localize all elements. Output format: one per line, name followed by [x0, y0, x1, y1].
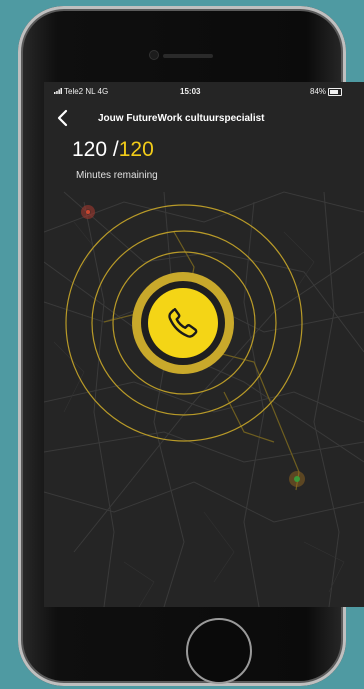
- status-bar: Tele2 NL 4G 15:03 84%: [44, 82, 364, 100]
- home-button[interactable]: [186, 618, 252, 684]
- carrier-label: Tele2 NL 4G: [64, 87, 109, 96]
- chevron-left-icon: [57, 109, 68, 127]
- signal-icon: [54, 88, 62, 94]
- minutes-separator: /: [107, 138, 119, 161]
- minutes-counter: 120 /120: [72, 138, 154, 162]
- back-button[interactable]: [56, 108, 70, 128]
- earpiece-speaker: [163, 54, 213, 58]
- minutes-remaining-value: 120: [72, 138, 108, 161]
- map-pin-green[interactable]: [289, 471, 305, 487]
- app-screen: Tele2 NL 4G 15:03 84% Jouw FutureWork cu…: [44, 82, 364, 607]
- call-button[interactable]: [148, 288, 218, 358]
- map-pin-red[interactable]: [81, 205, 95, 219]
- status-time: 15:03: [180, 87, 201, 96]
- front-camera: [150, 51, 158, 59]
- minutes-remaining-label: Minutes remaining: [76, 170, 158, 181]
- phone-icon: [168, 308, 198, 338]
- minutes-total-value: 120: [118, 138, 154, 161]
- battery-fill: [330, 90, 339, 94]
- battery-percent: 84%: [310, 87, 327, 96]
- page-title: Jouw FutureWork cultuurspecialist: [98, 113, 265, 124]
- battery-icon: [328, 88, 342, 96]
